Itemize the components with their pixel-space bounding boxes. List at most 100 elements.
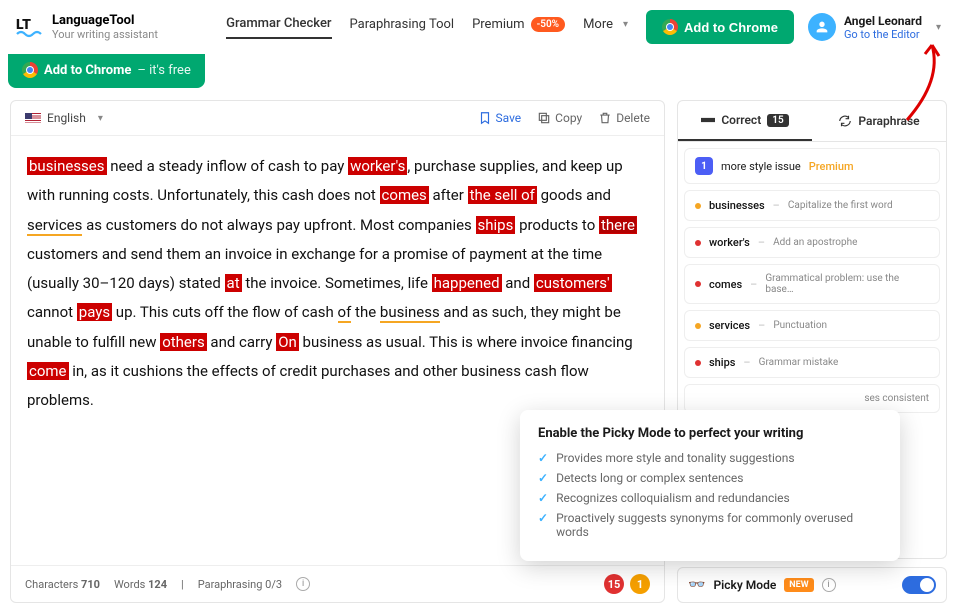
add-to-chrome-label: Add to Chrome — [684, 20, 778, 35]
nav-more-label: More — [583, 17, 613, 32]
logo[interactable]: LT LanguageTool Your writing assistant — [16, 13, 158, 41]
suggestion-item[interactable]: businesses–Capitalize the first word — [684, 190, 940, 221]
text-segment[interactable]: in, as it cushions the effects of credit… — [27, 362, 589, 409]
flag-icon — [25, 113, 41, 124]
tooltip-item: ✓Proactively suggests synonyms for commo… — [538, 511, 882, 539]
glasses-icon: 👓 — [688, 577, 705, 593]
highlighted-word[interactable]: On — [276, 333, 299, 351]
picky-label: Picky Mode — [713, 578, 776, 592]
highlighted-word[interactable]: worker's — [348, 157, 407, 175]
add-to-chrome-button[interactable]: Add to Chrome — [646, 10, 794, 44]
paraphrase-count: Paraphrasing 0/3 — [198, 578, 282, 591]
language-selector[interactable]: English ▾ — [25, 111, 103, 125]
text-segment[interactable]: goods and — [537, 186, 611, 204]
highlighted-word[interactable]: the sell of — [468, 186, 537, 204]
chevron-down-icon: ▾ — [936, 22, 941, 33]
highlighted-word[interactable]: of — [338, 303, 352, 323]
suggestion-item[interactable]: worker's–Add an apostrophe — [684, 227, 940, 258]
highlighted-word[interactable]: others — [160, 333, 207, 351]
count-badge: 1 — [695, 157, 713, 175]
char-count: Characters 710 — [25, 578, 100, 591]
add-to-chrome-banner[interactable]: Add to Chrome – it's free — [8, 54, 205, 88]
highlighted-word[interactable]: pays — [77, 303, 112, 321]
text-segment[interactable]: business as usual. This is where invoice… — [299, 333, 633, 351]
highlighted-word[interactable]: business — [380, 303, 440, 323]
chrome-icon — [22, 62, 38, 78]
correct-icon — [701, 115, 715, 125]
check-icon: ✓ — [538, 511, 548, 525]
highlighted-word[interactable]: services — [27, 216, 82, 236]
suggestion-word: ships — [709, 356, 735, 369]
suggestion-desc: Capitalize the first word — [788, 200, 893, 211]
severity-dot — [695, 323, 701, 329]
severity-dot — [695, 360, 701, 366]
text-segment[interactable]: after — [429, 186, 468, 204]
more-issues-card[interactable]: 1 more style issue Premium — [684, 148, 940, 184]
nav-more[interactable]: More ▾ — [583, 17, 628, 38]
tab-paraphrase[interactable]: Paraphrase — [812, 101, 946, 141]
info-icon[interactable]: i — [822, 578, 836, 592]
severity-dot — [695, 203, 701, 209]
check-icon: ✓ — [538, 451, 548, 465]
picky-tooltip: Enable the Picky Mode to perfect your wr… — [520, 410, 900, 561]
logo-icon: LT — [16, 17, 44, 37]
suggestion-word: worker's — [709, 236, 750, 249]
text-segment[interactable]: and carry — [207, 333, 276, 351]
picky-toggle[interactable] — [902, 576, 936, 594]
copy-button[interactable]: Copy — [537, 111, 582, 125]
highlighted-word[interactable]: at — [225, 274, 242, 292]
check-icon: ✓ — [538, 491, 548, 505]
sale-badge: -50% — [531, 17, 565, 32]
highlighted-word[interactable]: customers' — [534, 274, 612, 292]
text-segment[interactable]: need a steady inflow of cash to pay — [107, 157, 349, 175]
nav-grammar[interactable]: Grammar Checker — [226, 16, 331, 39]
text-segment[interactable]: up. This cuts off the flow of cash — [112, 303, 337, 321]
user-menu[interactable]: Angel Leonard Go to the Editor ▾ — [808, 13, 941, 41]
error-count-badge[interactable]: 15 — [604, 574, 624, 594]
go-to-editor-link[interactable]: Go to the Editor — [844, 28, 922, 41]
highlighted-word[interactable]: come — [27, 362, 69, 380]
suggestion-desc: Add an apostrophe — [773, 237, 857, 248]
text-segment[interactable]: the — [351, 303, 380, 321]
nav-paraphrase[interactable]: Paraphrasing Tool — [350, 17, 455, 38]
nav-premium-label: Premium — [472, 17, 525, 32]
premium-label: Premium — [809, 160, 854, 173]
text-segment[interactable]: products to — [515, 216, 599, 234]
check-icon: ✓ — [538, 471, 548, 485]
delete-button[interactable]: Delete — [598, 111, 650, 125]
highlighted-word[interactable]: happened — [432, 274, 502, 292]
brand-name: LanguageTool — [52, 13, 158, 28]
warning-count-badge[interactable]: 1 — [630, 574, 650, 594]
text-segment[interactable]: and — [502, 274, 534, 292]
suggestion-desc: Grammatical problem: use the base… — [765, 273, 929, 295]
new-badge: NEW — [784, 578, 813, 592]
suggestion-word: services — [709, 319, 750, 332]
trash-icon — [598, 111, 612, 125]
suggestion-item[interactable]: ses consistent — [684, 384, 940, 413]
highlighted-word[interactable]: comes — [380, 186, 429, 204]
suggestion-word: comes — [709, 278, 742, 291]
bookmark-icon — [478, 111, 492, 125]
chevron-down-icon: ▾ — [623, 19, 628, 30]
severity-dot — [695, 240, 701, 246]
save-button[interactable]: Save — [478, 111, 522, 125]
text-segment[interactable]: cannot — [27, 303, 77, 321]
severity-dot — [695, 281, 701, 287]
suggestion-item[interactable]: comes–Grammatical problem: use the base… — [684, 264, 940, 304]
text-segment[interactable]: as customers do not always pay upfront. … — [82, 216, 475, 234]
nav-premium[interactable]: Premium -50% — [472, 17, 565, 38]
text-segment[interactable]: the invoice. Sometimes, life — [242, 274, 432, 292]
highlighted-word[interactable]: ships — [476, 216, 516, 234]
banner-label: Add to Chrome — [44, 63, 131, 78]
info-icon[interactable]: i — [296, 577, 310, 591]
tab-correct[interactable]: Correct 15 — [678, 101, 812, 141]
tooltip-item: ✓Detects long or complex sentences — [538, 471, 882, 485]
chevron-down-icon: ▾ — [98, 113, 103, 124]
picky-mode-bar: 👓 Picky Mode NEW i — [677, 567, 947, 603]
correct-count: 15 — [767, 114, 788, 127]
highlighted-word[interactable]: there — [599, 216, 637, 234]
suggestion-item[interactable]: ships–Grammar mistake — [684, 347, 940, 378]
copy-icon — [537, 111, 551, 125]
suggestion-item[interactable]: services–Punctuation — [684, 310, 940, 341]
highlighted-word[interactable]: businesses — [27, 157, 107, 175]
